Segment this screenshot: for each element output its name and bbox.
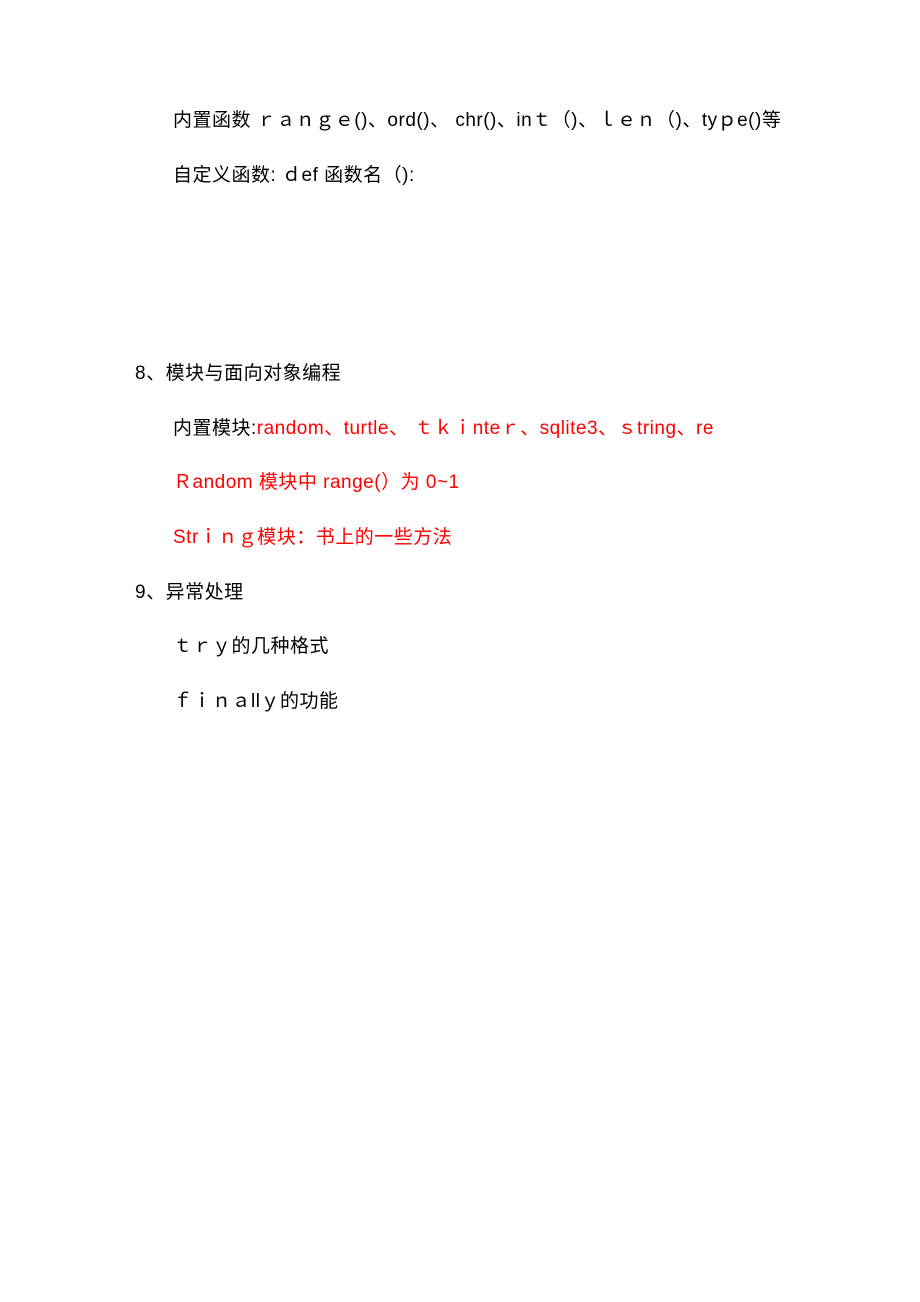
paragraph-builtin-functions: 内置函数 ｒａｎｇｅ()、ord()、 chr()、inｔ（)、ｌｅｎ（)、ty… — [135, 108, 785, 135]
heading-section-9: 9、异常处理 — [135, 580, 785, 607]
heading-section-8: 8、模块与面向对象编程 — [135, 361, 785, 388]
paragraph-random-module: Ｒandom 模块中 range(）为 0~1 — [135, 470, 785, 497]
document-content: 内置函数 ｒａｎｇｅ()、ord()、 chr()、inｔ（)、ｌｅｎ（)、ty… — [135, 108, 785, 743]
paragraph-try-formats: ｔｒｙ的几种格式 — [135, 634, 785, 661]
paragraph-finally: ｆｉｎａllｙ的功能 — [135, 689, 785, 716]
paragraph-builtin-modules: 内置模块:random、turtle、 ｔｋｉnteｒ、sqlite3、ｓtri… — [135, 416, 785, 443]
text-label: 内置模块: — [173, 418, 257, 439]
paragraph-string-module: Strｉｎｇ模块：书上的一些方法 — [135, 525, 785, 552]
text-modules-list: random、turtle、 ｔｋｉnteｒ、sqlite3、ｓtring、re — [257, 418, 714, 439]
paragraph-custom-functions: 自定义函数: ｄef 函数名（): — [135, 163, 785, 190]
